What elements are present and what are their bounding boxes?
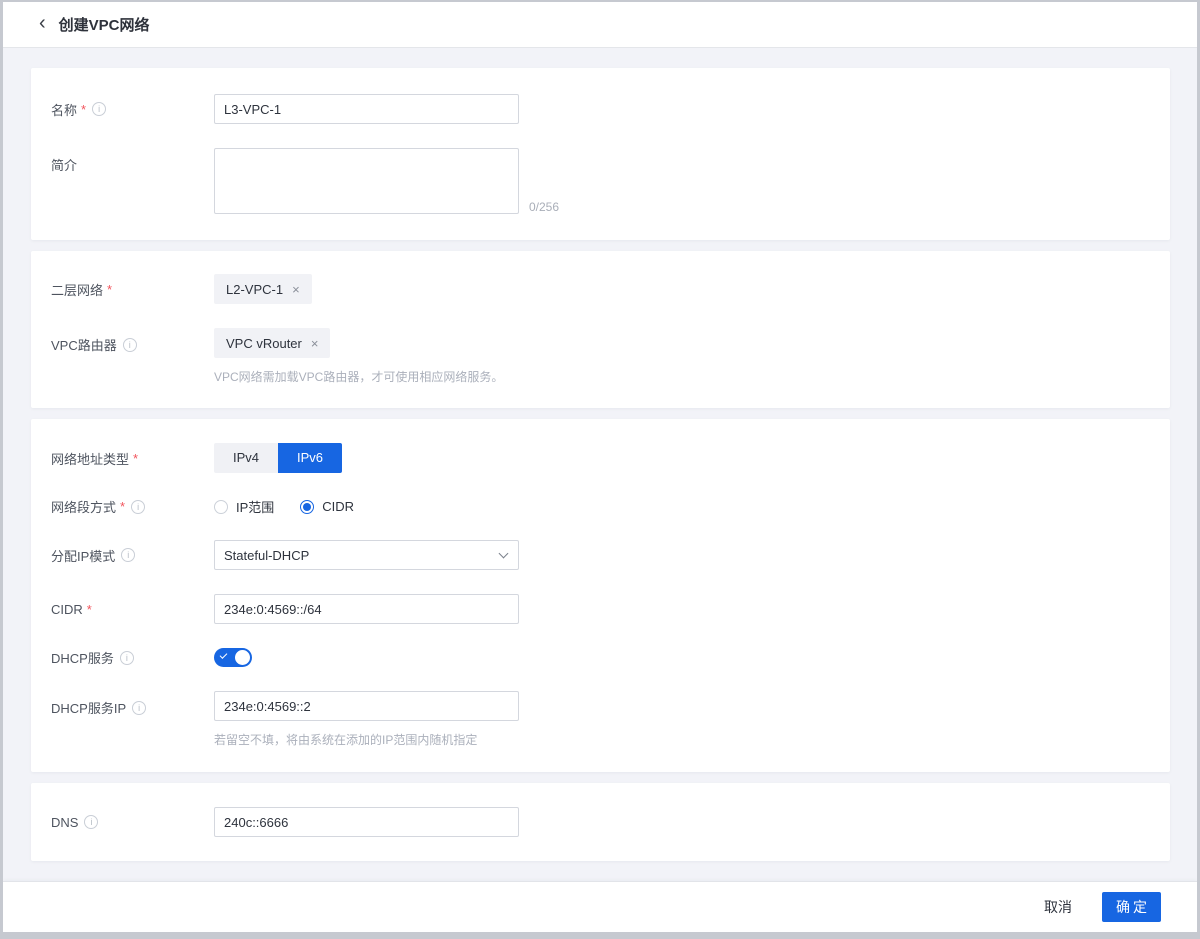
segment-mode-row: 网络段方式 * IP范围 CIDR (51, 497, 1150, 516)
dhcp-ip-row: DHCP服务IP 若留空不填，将由系统在添加的IP范围内随机指定 (51, 691, 1150, 748)
ip-alloc-mode-label: 分配IP模式 (51, 546, 214, 565)
dhcp-ip-label-text: DHCP服务IP (51, 698, 126, 717)
remove-tag-icon[interactable]: × (311, 336, 319, 351)
cidr-row: CIDR * (51, 594, 1150, 624)
description-row: 简介 0/256 (51, 148, 1150, 214)
vpc-router-label: VPC路由器 (51, 328, 214, 354)
action-footer: 取消 确定 (3, 881, 1197, 932)
required-mark: * (107, 282, 112, 297)
segment-mode-radios: IP范围 CIDR (214, 497, 380, 516)
required-mark: * (81, 102, 86, 117)
toggle-knob (235, 650, 250, 665)
name-input[interactable] (214, 94, 519, 124)
ip-alloc-mode-label-text: 分配IP模式 (51, 546, 115, 565)
page-title: 创建VPC网络 (59, 14, 150, 35)
info-icon[interactable] (120, 651, 134, 665)
address-type-segmented: IPv4 IPv6 (214, 443, 342, 473)
vpc-router-label-text: VPC路由器 (51, 335, 117, 354)
segment-mode-label: 网络段方式 * (51, 497, 214, 516)
cidr-radio-label: CIDR (322, 499, 354, 514)
address-type-label-text: 网络地址类型 (51, 449, 129, 468)
name-label: 名称 * (51, 100, 214, 119)
cidr-label-text: CIDR (51, 602, 83, 617)
description-label-text: 简介 (51, 155, 77, 174)
description-textarea[interactable] (214, 148, 519, 214)
cancel-button[interactable]: 取消 (1038, 896, 1078, 918)
ip-range-radio[interactable]: IP范围 (214, 497, 274, 516)
char-counter: 0/256 (529, 200, 559, 214)
info-icon[interactable] (131, 500, 145, 514)
info-icon[interactable] (121, 548, 135, 562)
section-network-binding: 二层网络 * L2-VPC-1 × VPC路由器 VPC vRouter × (31, 251, 1170, 408)
dhcp-service-label-text: DHCP服务 (51, 648, 114, 667)
dns-label-text: DNS (51, 815, 78, 830)
check-icon (220, 651, 228, 659)
ip-alloc-mode-row: 分配IP模式 Stateful-DHCP (51, 540, 1150, 570)
form-body: 名称 * 简介 0/256 二层网络 * (3, 48, 1197, 881)
l2-network-tag-text: L2-VPC-1 (226, 282, 283, 297)
page-header: ‹ 创建VPC网络 (3, 2, 1197, 48)
info-icon[interactable] (123, 338, 137, 352)
ipv6-option-button[interactable]: IPv6 (278, 443, 342, 473)
vpc-router-tag-text: VPC vRouter (226, 336, 302, 351)
segment-mode-label-text: 网络段方式 (51, 497, 116, 516)
l2-network-label-text: 二层网络 (51, 280, 103, 299)
required-mark: * (87, 602, 92, 617)
vpc-router-row: VPC路由器 VPC vRouter × VPC网络需加载VPC路由器，才可使用… (51, 328, 1150, 385)
cidr-input[interactable] (214, 594, 519, 624)
back-icon: ‹ (39, 13, 46, 33)
l2-network-row: 二层网络 * L2-VPC-1 × (51, 274, 1150, 304)
description-label: 简介 (51, 148, 214, 174)
info-icon[interactable] (92, 102, 106, 116)
cidr-radio[interactable]: CIDR (300, 499, 354, 514)
cidr-label: CIDR * (51, 602, 214, 617)
name-row: 名称 * (51, 94, 1150, 124)
dns-input[interactable] (214, 807, 519, 837)
dhcp-ip-label: DHCP服务IP (51, 691, 214, 717)
dhcp-service-label: DHCP服务 (51, 648, 214, 667)
dhcp-service-toggle[interactable] (214, 648, 252, 667)
ip-alloc-mode-select[interactable]: Stateful-DHCP (214, 540, 519, 570)
dhcp-ip-control: 若留空不填，将由系统在添加的IP范围内随机指定 (214, 691, 519, 748)
dhcp-ip-input[interactable] (214, 691, 519, 721)
confirm-button[interactable]: 确定 (1102, 892, 1161, 922)
required-mark: * (120, 499, 125, 514)
address-type-label: 网络地址类型 * (51, 449, 214, 468)
radio-checked-icon (300, 500, 314, 514)
dns-label: DNS (51, 815, 214, 830)
required-mark: * (133, 451, 138, 466)
vpc-router-hint: VPC网络需加载VPC路由器，才可使用相应网络服务。 (214, 368, 503, 385)
l2-network-label: 二层网络 * (51, 280, 214, 299)
info-icon[interactable] (132, 701, 146, 715)
dns-row: DNS (51, 807, 1150, 837)
chevron-down-icon (499, 548, 509, 558)
dhcp-service-row: DHCP服务 (51, 648, 1150, 667)
radio-unchecked-icon (214, 500, 228, 514)
section-dns: DNS (31, 783, 1170, 861)
ip-range-radio-label: IP范围 (236, 497, 274, 516)
section-addressing: 网络地址类型 * IPv4 IPv6 网络段方式 * IP范围 (31, 419, 1170, 772)
info-icon[interactable] (84, 815, 98, 829)
ip-alloc-mode-value: Stateful-DHCP (224, 548, 309, 563)
vpc-router-tag[interactable]: VPC vRouter × (214, 328, 330, 358)
section-basic-info: 名称 * 简介 0/256 (31, 68, 1170, 240)
back-button[interactable]: ‹ (39, 15, 46, 35)
remove-tag-icon[interactable]: × (292, 282, 300, 297)
l2-network-tag[interactable]: L2-VPC-1 × (214, 274, 312, 304)
vpc-router-control: VPC vRouter × VPC网络需加载VPC路由器，才可使用相应网络服务。 (214, 328, 503, 385)
name-label-text: 名称 (51, 100, 77, 119)
create-vpc-network-panel: ‹ 创建VPC网络 名称 * 简介 0/256 (0, 0, 1200, 939)
dhcp-ip-hint: 若留空不填，将由系统在添加的IP范围内随机指定 (214, 731, 519, 748)
ipv4-option-button[interactable]: IPv4 (214, 443, 278, 473)
address-type-row: 网络地址类型 * IPv4 IPv6 (51, 443, 1150, 473)
